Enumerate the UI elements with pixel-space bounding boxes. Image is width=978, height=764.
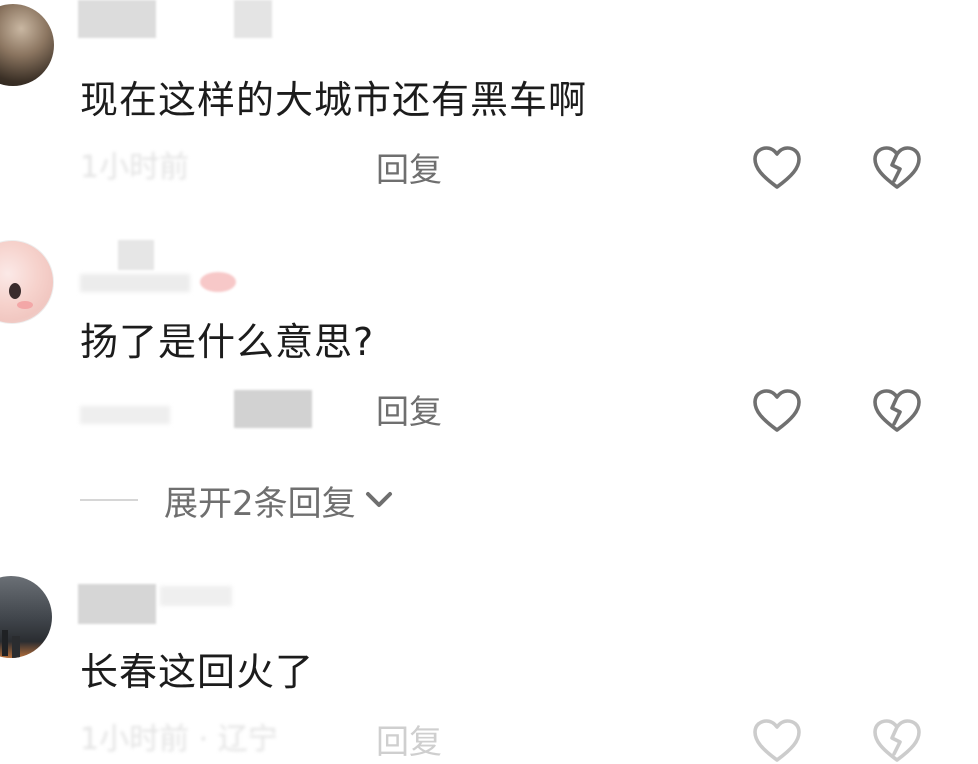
chevron-down-icon <box>364 489 394 511</box>
emoji-redacted <box>200 272 236 292</box>
broken-heart-icon <box>873 389 921 432</box>
dislike-button[interactable] <box>872 145 922 191</box>
username-redacted <box>80 274 190 292</box>
heart-outline-icon <box>753 389 801 432</box>
username-redacted <box>160 586 232 606</box>
broken-heart-icon <box>873 719 921 762</box>
like-button[interactable] <box>752 388 802 434</box>
comment-text: 扬了是什么意思? <box>80 320 375 364</box>
reply-button[interactable]: 回复 <box>376 150 442 190</box>
dislike-button[interactable] <box>872 718 922 764</box>
like-button[interactable] <box>752 145 802 191</box>
comment-time: 1小时前 · 辽宁 <box>80 722 278 757</box>
comment-text: 现在这样的大城市还有黑车啊 <box>80 78 588 122</box>
divider <box>80 499 138 501</box>
comment-time: 1小时前 <box>80 150 190 185</box>
username-redacted <box>118 240 154 270</box>
reply-button[interactable]: 回复 <box>376 392 442 432</box>
expand-replies-label: 展开2条回复 <box>164 483 356 524</box>
meta-redacted <box>80 406 170 424</box>
username-redacted <box>78 584 156 624</box>
comment-text: 长春这回火了 <box>80 650 315 694</box>
broken-heart-icon <box>873 146 921 189</box>
like-button[interactable] <box>752 718 802 764</box>
heart-outline-icon <box>753 146 801 189</box>
avatar[interactable] <box>0 240 54 324</box>
username-redacted <box>78 0 156 38</box>
heart-outline-icon <box>753 719 801 762</box>
reply-button[interactable]: 回复 <box>376 722 442 762</box>
avatar[interactable] <box>0 4 54 86</box>
username-redacted <box>234 0 272 38</box>
meta-redacted <box>234 390 312 428</box>
avatar[interactable] <box>0 576 52 658</box>
expand-replies-button[interactable]: 展开2条回复 <box>80 478 394 524</box>
dislike-button[interactable] <box>872 388 922 434</box>
